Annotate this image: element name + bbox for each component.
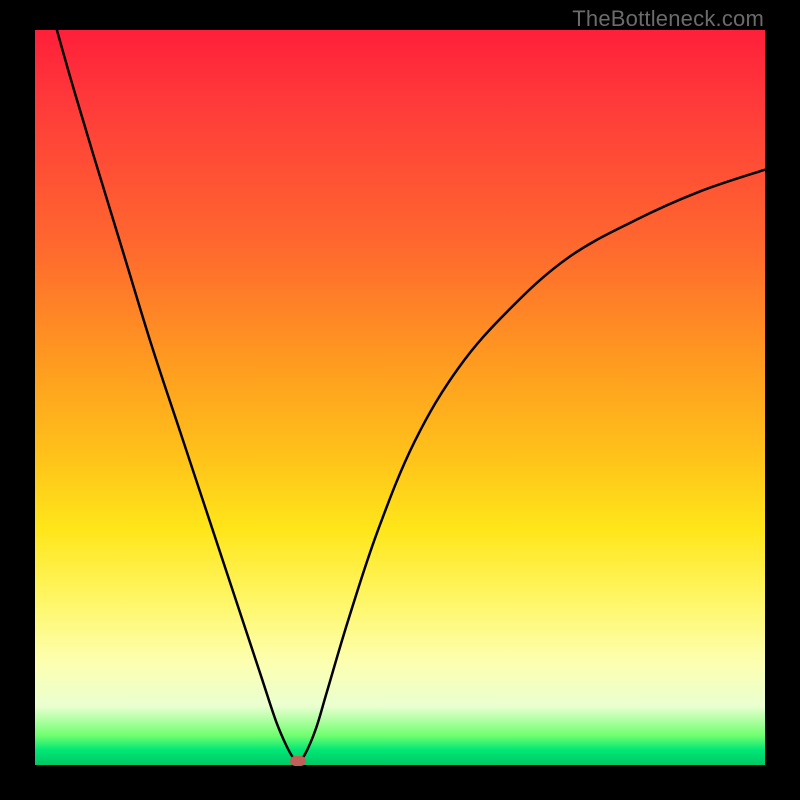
curve-path bbox=[57, 30, 765, 762]
optimal-point-marker bbox=[290, 756, 306, 766]
chart-frame: TheBottleneck.com bbox=[0, 0, 800, 800]
plot-area bbox=[35, 30, 765, 765]
watermark-text: TheBottleneck.com bbox=[572, 6, 764, 32]
bottleneck-curve bbox=[35, 30, 765, 765]
